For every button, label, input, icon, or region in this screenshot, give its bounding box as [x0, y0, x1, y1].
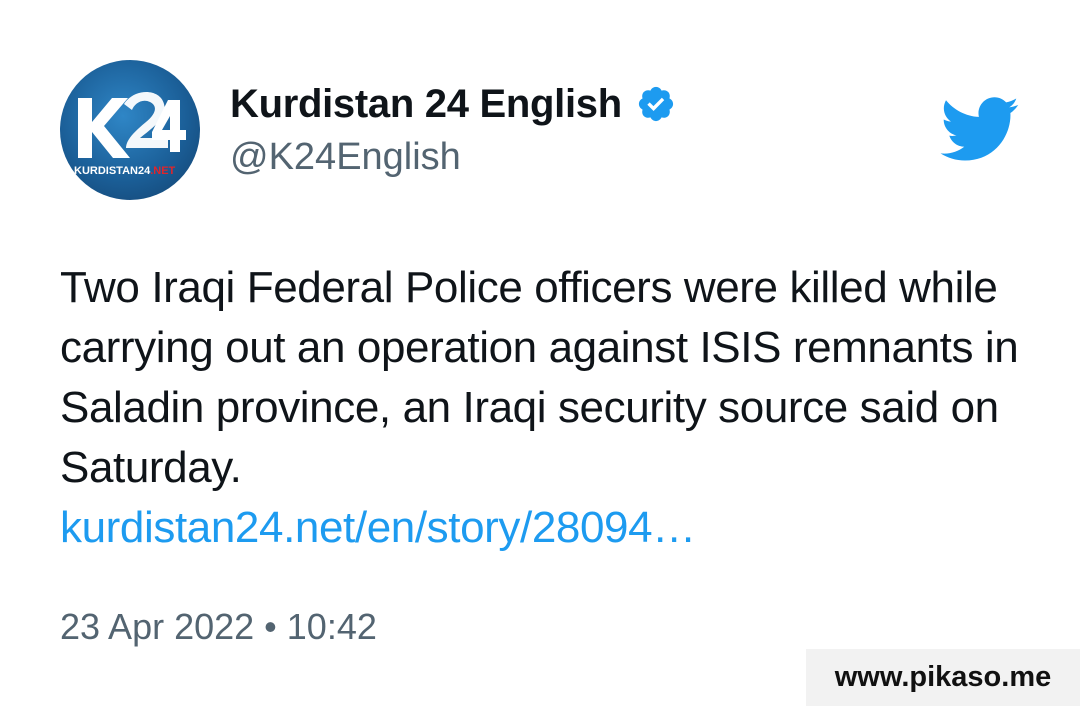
tweet-timestamp[interactable]: 23 Apr 2022 • 10:42 — [60, 606, 377, 648]
author-handle[interactable]: @K24English — [230, 136, 461, 179]
twitter-bird-icon — [940, 97, 1020, 163]
avatar[interactable]: KURDISTAN24.NET — [60, 60, 200, 200]
tweet-text: Two Iraqi Federal Police officers were k… — [60, 263, 1019, 492]
watermark: www.pikaso.me — [806, 649, 1080, 706]
author-name-row: Kurdistan 24 English — [230, 80, 676, 128]
tweet-link[interactable]: kurdistan24.net/en/story/28094… — [60, 503, 696, 552]
avatar-caption: KURDISTAN24.NET — [74, 165, 176, 177]
kurdistan24-logo-icon: KURDISTAN24.NET — [74, 92, 186, 177]
display-name[interactable]: Kurdistan 24 English — [230, 82, 622, 127]
verified-badge-icon — [636, 84, 676, 124]
tweet-body: Two Iraqi Federal Police officers were k… — [60, 258, 1020, 558]
